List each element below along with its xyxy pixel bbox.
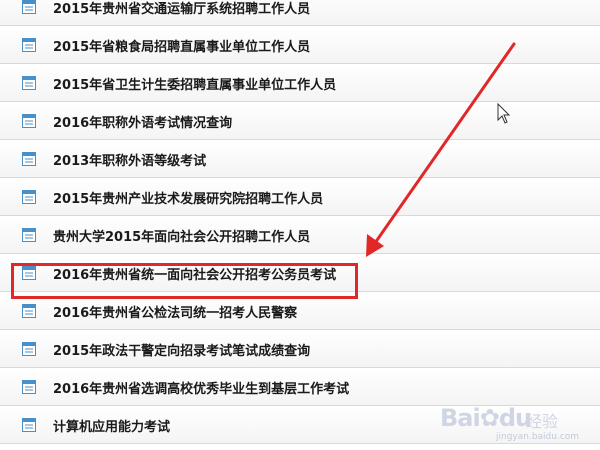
- list-icon: [22, 342, 36, 356]
- list-item[interactable]: 2016年贵州省选调高校优秀毕业生到基层工作考试: [0, 368, 600, 406]
- list-icon: [22, 228, 36, 242]
- list-item[interactable]: 2013年职称外语等级考试: [0, 140, 600, 178]
- list-icon: [22, 190, 36, 204]
- list-item[interactable]: 2016年贵州省公检法司统一招考人民警察: [0, 292, 600, 330]
- list-item-label: 2013年职称外语等级考试: [53, 154, 207, 169]
- list-item-label: 2015年贵州产业技术发展研究院招聘工作人员: [53, 192, 324, 207]
- list-icon: [22, 304, 36, 318]
- list-item[interactable]: 贵州大学2015年面向社会公开招聘工作人员: [0, 216, 600, 254]
- baidu-jingyan-watermark: Bai✿du 经验 jingyan.baidu.com: [440, 404, 590, 444]
- list-icon: [22, 152, 36, 166]
- list-item-label: 2015年贵州省交通运输厅系统招聘工作人员: [53, 2, 311, 17]
- watermark-brand: Bai✿du: [440, 404, 532, 432]
- list-item[interactable]: 2015年省粮食局招聘直属事业单位工作人员: [0, 26, 600, 64]
- list-item-label: 贵州大学2015年面向社会公开招聘工作人员: [53, 230, 311, 245]
- list-icon: [22, 38, 36, 52]
- list-item-label: 2016年贵州省统一面向社会公开招考公务员考试: [53, 268, 337, 283]
- list-item-selected[interactable]: 2016年贵州省统一面向社会公开招考公务员考试: [0, 254, 600, 292]
- list-item-label: 2015年省粮食局招聘直属事业单位工作人员: [53, 40, 311, 55]
- list-item[interactable]: 2015年政法干警定向招录考试笔试成绩查询: [0, 330, 600, 368]
- mouse-cursor-icon: [497, 103, 511, 124]
- list-icon: [22, 114, 36, 128]
- list-item-label: 2016年职称外语考试情况查询: [53, 116, 233, 131]
- list-icon: [22, 76, 36, 90]
- list-item[interactable]: 2015年贵州产业技术发展研究院招聘工作人员: [0, 178, 600, 216]
- list-icon: [22, 380, 36, 394]
- list-item-label: 2015年政法干警定向招录考试笔试成绩查询: [53, 344, 311, 359]
- list-item-label: 2015年省卫生计生委招聘直属事业单位工作人员: [53, 78, 337, 93]
- list-icon: [22, 266, 36, 280]
- list-icon: [22, 0, 36, 14]
- list-item[interactable]: 2015年贵州省交通运输厅系统招聘工作人员: [0, 0, 600, 26]
- watermark-word: 经验: [526, 412, 559, 431]
- list-item-label: 2016年贵州省选调高校优秀毕业生到基层工作考试: [53, 382, 350, 397]
- list-item-label: 2016年贵州省公检法司统一招考人民警察: [53, 306, 298, 321]
- list-item-label: 计算机应用能力考试: [53, 420, 171, 435]
- list-icon: [22, 418, 36, 432]
- list-item[interactable]: 2015年省卫生计生委招聘直属事业单位工作人员: [0, 64, 600, 102]
- watermark-url: jingyan.baidu.com: [496, 432, 580, 442]
- exam-list: 2015年贵州省交通运输厅系统招聘工作人员 2015年省粮食局招聘直属事业单位工…: [0, 0, 600, 444]
- paw-icon: ✿: [479, 404, 500, 432]
